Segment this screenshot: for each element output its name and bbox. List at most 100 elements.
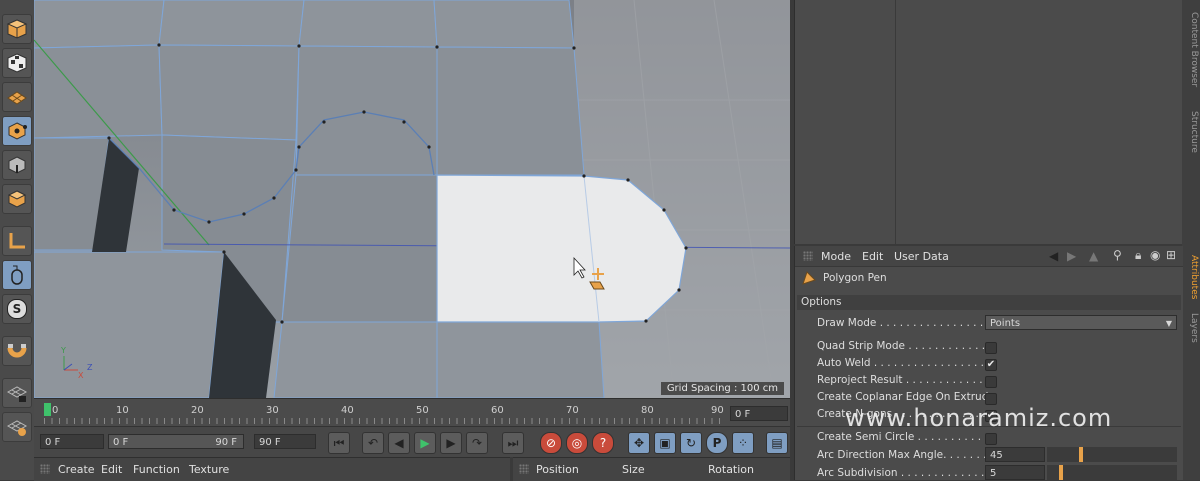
key-pla-icon[interactable]: ⁘ xyxy=(732,432,754,454)
frame-range-slider[interactable]: 0 F 90 F xyxy=(108,434,244,449)
attribute-menu-bar: Mode Edit User Data ◀ ▶ ▲ ⚲ 🔒︎ ◉ ⊞ xyxy=(795,246,1183,267)
axis-label-z: Z xyxy=(87,363,93,372)
up-arrow-icon[interactable]: ▲ xyxy=(1089,249,1098,263)
left-toolbar: S xyxy=(0,0,35,480)
slider-handle[interactable] xyxy=(1059,465,1063,480)
go-to-start-icon[interactable]: ⏮ xyxy=(328,432,350,454)
range-start-value: 0 F xyxy=(113,437,129,448)
timeline-minor-ticks xyxy=(44,418,724,424)
tab-structure[interactable]: Structure xyxy=(1183,104,1199,160)
lock-icon[interactable]: 🔒︎ xyxy=(1135,248,1141,263)
polygon-mode-icon[interactable] xyxy=(2,184,32,214)
next-frame-icon[interactable]: ▶ xyxy=(440,432,462,454)
menu-user-data[interactable]: User Data xyxy=(894,250,949,263)
magnet-snap-icon[interactable] xyxy=(2,336,32,366)
solo-icon[interactable]: S xyxy=(2,294,32,324)
axis-label-x: X xyxy=(78,371,84,380)
autokey-icon[interactable]: ◎ xyxy=(566,432,588,454)
arc-subdivision-label: Arc Subdivision . . . . . . . . . . . . … xyxy=(817,467,991,479)
keyframe-selection-icon[interactable]: ? xyxy=(592,432,614,454)
tab-layers[interactable]: Layers xyxy=(1183,308,1199,348)
option-label: Create Coplanar Edge On Extrude xyxy=(817,391,995,403)
arc-angle-label: Arc Direction Max Angle. . . . . . . . xyxy=(817,449,994,461)
right-tab-strip: Content Browser Structure Attributes Lay… xyxy=(1182,0,1200,480)
options-section-header[interactable]: Options xyxy=(797,295,1181,310)
menu-texture[interactable]: Texture xyxy=(189,463,229,476)
playhead-marker[interactable] xyxy=(44,403,51,416)
forward-arrow-icon[interactable]: ▶ xyxy=(1067,249,1076,263)
start-frame-field[interactable]: 0 F xyxy=(40,434,104,449)
key-rotation-icon[interactable]: ↻ xyxy=(680,432,702,454)
attribute-manager-panel: Mode Edit User Data ◀ ▶ ▲ ⚲ 🔒︎ ◉ ⊞ Polyg… xyxy=(794,246,1183,480)
cube-object-icon[interactable] xyxy=(2,14,32,44)
auto-weld-checkbox[interactable]: ✔ xyxy=(985,359,997,371)
timeline-tick: 40 xyxy=(341,405,354,416)
end-frame-field[interactable]: 90 F xyxy=(254,434,316,449)
panel-grip-icon[interactable] xyxy=(519,464,529,474)
timeline-tick: 50 xyxy=(416,405,429,416)
new-panel-icon[interactable]: ⊞ xyxy=(1166,248,1176,262)
key-scale-icon[interactable]: ▣ xyxy=(654,432,676,454)
go-to-end-icon[interactable]: ⏭ xyxy=(502,432,524,454)
timeline-ruler[interactable]: 0 10 20 30 40 50 60 70 80 90 0 F xyxy=(34,398,790,427)
previous-frame-icon[interactable]: ◀ xyxy=(388,432,410,454)
menu-edit[interactable]: Edit xyxy=(101,463,122,476)
coords-position-header: Position xyxy=(536,463,579,476)
column-divider xyxy=(895,0,896,244)
settings-icon[interactable]: ◉ xyxy=(1150,248,1160,262)
draw-mode-value: Points xyxy=(990,318,1021,329)
edge-mode-icon[interactable] xyxy=(2,150,32,180)
previous-key-icon[interactable]: ↶ xyxy=(362,432,384,454)
quad-strip-checkbox[interactable] xyxy=(985,342,997,354)
timeline-tick: 10 xyxy=(116,405,129,416)
tab-content-browser[interactable]: Content Browser xyxy=(1183,2,1199,98)
key-parameter-icon[interactable]: P xyxy=(706,432,728,454)
playback-bar: 0 F 0 F 90 F 90 F ⏮ ↶ ◀ ▶ ▶ ↷ ⏭ ⊘ ◎ ? ✥ … xyxy=(34,426,790,457)
reproject-result-checkbox[interactable] xyxy=(985,376,997,388)
timeline-tick: 30 xyxy=(266,405,279,416)
tweak-mode-icon[interactable] xyxy=(2,260,32,290)
tab-attributes[interactable]: Attributes xyxy=(1183,250,1199,304)
search-icon[interactable]: ⚲ xyxy=(1113,248,1122,262)
semi-circle-label: Create Semi Circle . . . . . . . . . . .… xyxy=(817,431,995,443)
menu-edit[interactable]: Edit xyxy=(862,250,883,263)
record-keys-icon[interactable]: ⊘ xyxy=(540,432,562,454)
slider-handle[interactable] xyxy=(1079,447,1083,462)
draw-mode-label: Draw Mode . . . . . . . . . . . . . . . … xyxy=(817,317,1004,329)
timeline-tick: 80 xyxy=(641,405,654,416)
arc-angle-value: 45 xyxy=(990,450,1003,461)
axis-icon[interactable] xyxy=(2,226,32,256)
checker-cube-icon[interactable] xyxy=(2,48,32,78)
workplane-icon[interactable] xyxy=(2,412,32,442)
back-arrow-icon[interactable]: ◀ xyxy=(1049,249,1058,263)
key-position-icon[interactable]: ✥ xyxy=(628,432,650,454)
texture-mode-icon[interactable] xyxy=(2,82,32,112)
solo-letter: S xyxy=(7,299,27,319)
panel-grip-icon[interactable] xyxy=(40,464,50,474)
draw-mode-select[interactable]: Points ▼ xyxy=(985,315,1177,330)
panel-grip-icon[interactable] xyxy=(803,251,813,261)
arc-angle-slider[interactable] xyxy=(1047,447,1177,462)
current-frame-field[interactable]: 0 F xyxy=(730,406,788,421)
play-forward-icon[interactable]: ▶ xyxy=(414,432,436,454)
timeline-window-icon[interactable]: ▤ xyxy=(766,432,788,454)
arc-subdivision-value: 5 xyxy=(990,468,997,479)
menu-function[interactable]: Function xyxy=(133,463,180,476)
arc-angle-field[interactable]: 45 xyxy=(985,447,1045,462)
menu-mode[interactable]: Mode xyxy=(821,250,851,263)
semi-circle-checkbox[interactable] xyxy=(985,433,997,445)
timeline-tick: 20 xyxy=(191,405,204,416)
point-mode-icon[interactable] xyxy=(2,116,32,146)
timeline-track[interactable]: 0 10 20 30 40 50 60 70 80 90 xyxy=(44,401,724,425)
object-manager-panel[interactable] xyxy=(794,0,1183,244)
arc-subdivision-slider[interactable] xyxy=(1047,465,1177,480)
menu-create[interactable]: Create xyxy=(58,463,95,476)
arc-subdivision-field[interactable]: 5 xyxy=(985,465,1045,480)
3d-viewport[interactable]: Y Z X Grid Spacing : 100 cm xyxy=(34,0,790,398)
timeline-tick: 0 xyxy=(52,405,59,416)
option-label: Quad Strip Mode . . . . . . . . . . . . … xyxy=(817,340,992,352)
next-key-icon[interactable]: ↷ xyxy=(466,432,488,454)
timeline-tick: 90 xyxy=(711,405,724,416)
selected-polygon[interactable] xyxy=(436,174,687,323)
workplane-lock-icon[interactable] xyxy=(2,378,32,408)
